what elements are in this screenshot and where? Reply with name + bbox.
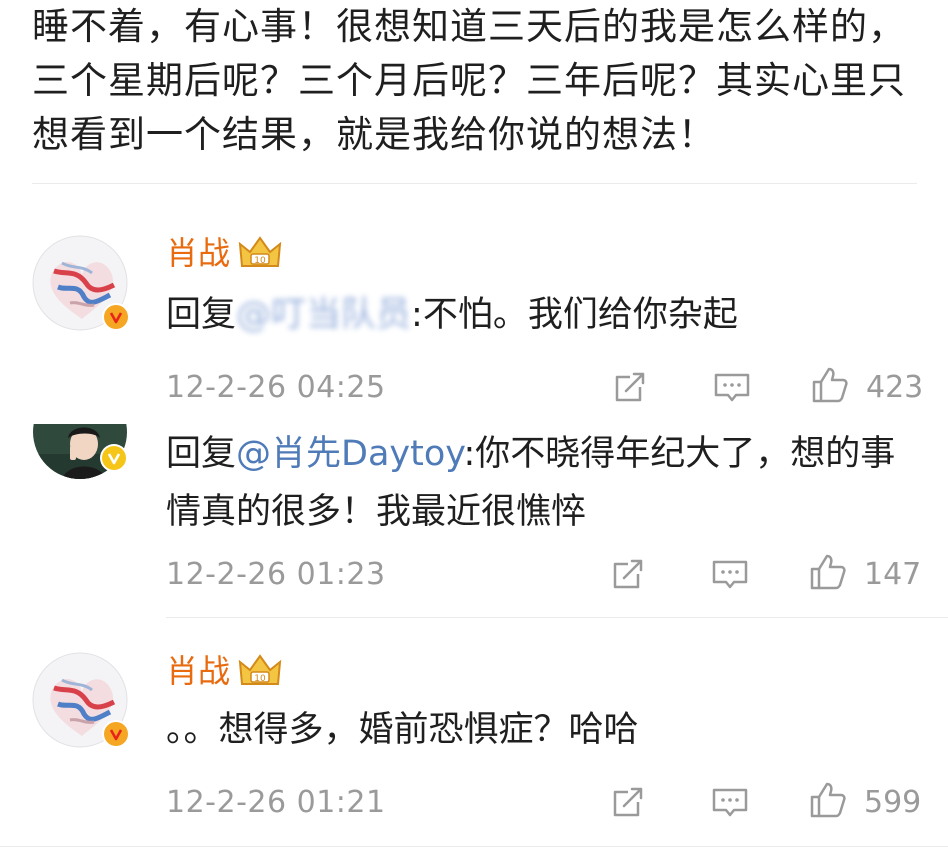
svg-text:10: 10: [254, 674, 266, 684]
crown-badge-icon: 10: [238, 236, 282, 267]
like-icon[interactable]: [808, 780, 848, 820]
mention-link[interactable]: @叮当队员: [236, 295, 411, 335]
crown-badge-icon: 10: [238, 654, 282, 685]
comment-timestamp: 12-2-26 01:23: [166, 557, 386, 592]
comment-icon[interactable]: [710, 554, 750, 594]
comment-username[interactable]: 肖战: [166, 233, 230, 273]
comment-body: 。。想得多，婚前恐惧症？哈哈: [166, 710, 639, 750]
post-divider: [32, 183, 917, 184]
weibo-thread: 睡不着，有心事！很想知道三天后的我是怎么样的，三个星期后呢？三个月后呢？三年后呢…: [0, 0, 948, 851]
comment-text: 回复@肖先Daytoy:你不晓得年纪大了，想的事情真的很多！我最近很憔悴: [166, 425, 906, 541]
like-icon[interactable]: [810, 365, 850, 405]
like-count: 423: [866, 370, 924, 405]
reply-prefix: 回复: [166, 295, 237, 335]
avatar[interactable]: [32, 652, 130, 748]
comment-body: 不怕。我们给你杂起: [422, 295, 738, 335]
comment-divider: [166, 617, 948, 618]
mention-separator: :: [411, 295, 423, 335]
comment-timestamp: 12-2-26 04:25: [166, 370, 386, 405]
comment-timestamp: 12-2-26 01:21: [166, 785, 386, 820]
mention-link[interactable]: @肖先Daytoy: [236, 434, 463, 474]
mention-separator: :: [463, 434, 476, 474]
like-count: 599: [864, 785, 922, 820]
comment-text: 回复@叮当队员:不怕。我们给你杂起: [166, 286, 926, 344]
share-icon[interactable]: [608, 554, 648, 594]
comment-text: 。。想得多，婚前恐惧症？哈哈: [166, 701, 926, 759]
share-icon[interactable]: [608, 782, 648, 822]
verified-badge-icon: [100, 444, 128, 472]
avatar[interactable]: [32, 235, 130, 331]
comment-icon[interactable]: [712, 367, 752, 407]
comment-username[interactable]: 肖战: [166, 651, 230, 691]
like-count: 147: [864, 557, 922, 592]
bottom-divider: [0, 846, 948, 847]
svg-text:10: 10: [254, 256, 266, 266]
share-icon[interactable]: [610, 367, 650, 407]
post-text: 睡不着，有心事！很想知道三天后的我是怎么样的，三个星期后呢？三个月后呢？三年后呢…: [32, 5, 906, 156]
verified-badge-icon: [102, 303, 130, 331]
avatar[interactable]: [32, 384, 128, 480]
comment-icon[interactable]: [710, 782, 750, 822]
like-icon[interactable]: [808, 552, 848, 592]
reply-prefix: 回复: [166, 434, 237, 474]
verified-badge-icon: [102, 720, 130, 748]
